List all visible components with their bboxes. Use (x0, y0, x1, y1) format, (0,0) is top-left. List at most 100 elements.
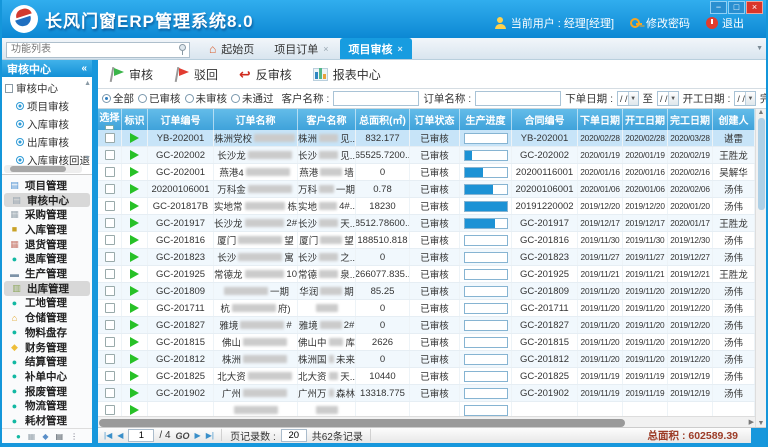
dropdown-icon[interactable]: ▼ (668, 92, 678, 105)
table-row[interactable]: GC-201925常德龙10常德泉..266077.835..已审核GC-201… (98, 266, 755, 283)
radio-未通过[interactable]: 未通过 (231, 91, 274, 106)
v-scrollbar-thumb[interactable] (758, 118, 765, 210)
column-header-标识[interactable]: 标识 (122, 109, 148, 130)
row-checkbox[interactable] (105, 184, 115, 194)
table-row[interactable]: GC-202002长沙龙长沙见..65525.7200..已审核GC-20200… (98, 147, 755, 164)
order-date-to-input[interactable]: / /▼ (657, 91, 679, 106)
tab-起始页[interactable]: ⌂起始页 (200, 38, 263, 59)
start-date-input[interactable]: / /▼ (734, 91, 756, 106)
v-scrollbar[interactable]: ▲ ▼ (755, 109, 766, 427)
tree-item-项目审核[interactable]: 项目审核 (5, 97, 84, 115)
table-row[interactable] (98, 402, 755, 416)
monitor-icon[interactable]: ▤ (56, 432, 64, 441)
sidebar-item-工地管理[interactable]: ●工地管理 (2, 296, 92, 311)
close-button[interactable]: × (746, 1, 763, 14)
row-checkbox[interactable] (105, 167, 115, 177)
row-checkbox[interactable] (105, 371, 115, 381)
cart-icon[interactable]: ▦ (28, 432, 36, 441)
sidebar-item-物料盘存[interactable]: ●物料盘存 (2, 325, 92, 340)
tab-项目审核[interactable]: 项目审核× (340, 38, 412, 59)
column-header-订单名称[interactable]: 订单名称 (214, 109, 298, 130)
tree-scroll-down-icon[interactable]: ▼ (84, 155, 91, 162)
审核-button[interactable]: 审核 (104, 63, 163, 86)
customer-name-input[interactable] (333, 91, 419, 106)
table-row[interactable]: GC-202001燕港4燕港墙0已审核202001160012020/01/16… (98, 164, 755, 181)
last-page-button[interactable]: ▶| (206, 431, 214, 440)
tree-scroll-up-icon[interactable]: ▲ (84, 80, 91, 87)
h-scrollbar-thumb[interactable] (99, 419, 625, 427)
table-row[interactable]: GC-201823长沙寓长沙之..0已审核GC-2018232019/11/27… (98, 249, 755, 266)
column-header-客户名称[interactable]: 客户名称 (298, 109, 356, 130)
sidebar-item-结算管理[interactable]: ●结算管理 (2, 354, 92, 369)
dropdown-icon[interactable]: ▼ (745, 92, 755, 105)
sidebar-item-项目管理[interactable]: ▤项目管理 (2, 178, 92, 193)
row-checkbox[interactable] (105, 337, 115, 347)
row-checkbox[interactable] (105, 303, 115, 313)
反审核-button[interactable]: ↩反审核 (234, 63, 302, 86)
报表中心-button[interactable]: 报表中心 (308, 63, 391, 86)
sidebar-panel-header[interactable]: 审核中心 « (2, 60, 92, 77)
tree-h-scrollbar[interactable] (4, 165, 82, 173)
dot-icon[interactable]: ● (16, 432, 21, 441)
close-icon[interactable]: × (398, 44, 403, 54)
scroll-right-icon[interactable]: ▶ (749, 418, 754, 426)
sidebar-item-财务管理[interactable]: ◆财务管理 (2, 340, 92, 355)
sidebar-item-耗材管理[interactable]: ●耗材管理 (2, 413, 92, 428)
order-name-input[interactable] (475, 91, 561, 106)
tree-h-scrollbar-thumb[interactable] (10, 166, 66, 172)
column-header-下单日期[interactable]: 下单日期 (578, 109, 623, 130)
table-row[interactable]: GC-201817B实地常栋实地4#..18230已审核201912200022… (98, 198, 755, 215)
table-row[interactable]: GC-201816厦门望厦门望188510.818已审核GC-201816201… (98, 232, 755, 249)
table-row[interactable]: GC-201711杭府)0已审核GC-2017112019/11/202019/… (98, 300, 755, 317)
logout-button[interactable]: 退出 (706, 15, 744, 31)
table-row[interactable]: YB-202001株洲党校株洲见..832.177已审核YB-202001202… (98, 130, 755, 147)
驳回-button[interactable]: 驳回 (169, 63, 228, 86)
scroll-up-icon[interactable]: ▲ (758, 109, 765, 116)
go-button[interactable]: GO (176, 431, 190, 441)
column-header-选择[interactable]: 选择 (98, 109, 122, 130)
row-checkbox[interactable] (105, 133, 115, 143)
column-header-订单状态[interactable]: 订单状态 (410, 109, 460, 130)
dropdown-icon[interactable]: ▼ (628, 92, 638, 105)
row-checkbox[interactable] (105, 388, 115, 398)
row-checkbox[interactable] (105, 286, 115, 296)
sidebar-item-报废管理[interactable]: ●报废管理 (2, 384, 92, 399)
tree-root-node[interactable]: 审核中心 (5, 80, 84, 97)
table-row[interactable]: GC-201825北大资北大资天..10440已审核GC-2018252019/… (98, 368, 755, 385)
radio-已审核[interactable]: 已审核 (138, 91, 181, 106)
sidebar-item-仓储管理[interactable]: ⌂仓储管理 (2, 310, 92, 325)
table-row[interactable]: GC-201917长沙龙2#长沙天..8512.78600..已审核GC-201… (98, 215, 755, 232)
collapse-icon[interactable]: « (81, 63, 87, 74)
sidebar-item-入库管理[interactable]: ■入库管理 (2, 222, 92, 237)
more-icon[interactable]: ⋮ (70, 432, 78, 441)
sidebar-item-生产管理[interactable]: ▬生产管理 (2, 266, 92, 281)
row-checkbox[interactable] (105, 201, 115, 211)
maximize-button[interactable]: □ (728, 1, 745, 14)
row-checkbox[interactable] (105, 235, 115, 245)
table-row[interactable]: GC-201815佛山佛山中库2626已审核GC-2018152019/11/2… (98, 334, 755, 351)
row-checkbox[interactable] (105, 150, 115, 160)
minimize-button[interactable]: − (710, 1, 727, 14)
column-header-合同编号[interactable]: 合同编号 (512, 109, 578, 130)
tabstrip-more-icon[interactable]: ▼ (756, 45, 763, 52)
first-page-button[interactable]: |◀ (104, 431, 112, 440)
table-row[interactable]: GC-201902广州广州万森林13318.775已审核GC-201902201… (98, 385, 755, 402)
column-header-订单编号[interactable]: 订单编号 (148, 109, 214, 130)
search-input[interactable] (6, 42, 190, 58)
column-header-创建人[interactable]: 创建人 (713, 109, 755, 130)
tree-item-入库审核[interactable]: 入库审核 (5, 115, 84, 133)
row-checkbox[interactable] (105, 269, 115, 279)
table-row[interactable]: 20200106001万科金万科一期0.78已审核202001060012020… (98, 181, 755, 198)
resize-grip[interactable] (751, 428, 766, 443)
change-password-button[interactable]: 修改密码 (630, 15, 690, 31)
scroll-down-icon[interactable]: ▼ (758, 420, 765, 427)
tree-item-出库审核[interactable]: 出库审核 (5, 133, 84, 151)
row-checkbox[interactable] (105, 320, 115, 330)
page-size-input[interactable] (281, 429, 307, 442)
table-row[interactable]: GC-201827雅境#雅境2#0已审核GC-2018272019/11/202… (98, 317, 755, 334)
sidebar-item-审核中心[interactable]: ▤审核中心 (4, 193, 90, 208)
sidebar-item-退库管理[interactable]: ●退库管理 (2, 252, 92, 267)
sidebar-item-补单中心[interactable]: ●补单中心 (2, 369, 92, 384)
table-row[interactable]: GC-201812株洲株洲国未来0已审核GC-2018122019/11/202… (98, 351, 755, 368)
sidebar-item-物流管理[interactable]: ●物流管理 (2, 399, 92, 414)
